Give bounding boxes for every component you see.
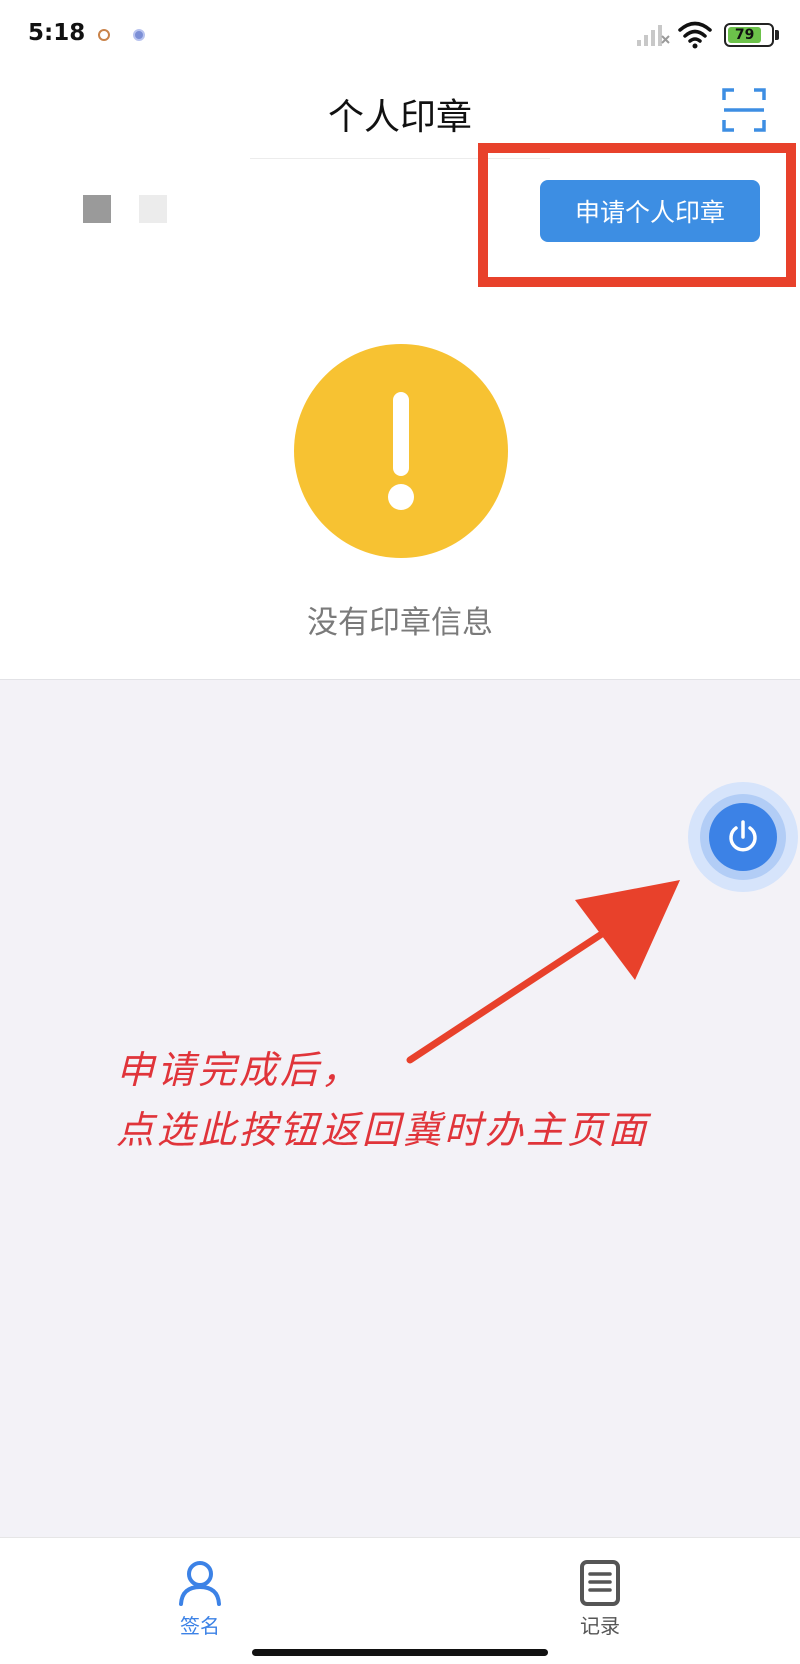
power-icon: [729, 820, 757, 852]
tab-sign-label: 签名: [180, 1614, 220, 1638]
status-time: 5:18: [28, 20, 86, 46]
wifi-icon: [678, 21, 712, 49]
bottom-tab-bar: 签名 记录: [0, 1537, 800, 1664]
empty-state-message: 没有印章信息: [307, 605, 493, 641]
annotation-line-2: 点选此按钮返回冀时办主页面: [116, 1108, 650, 1152]
annotation-line-1: 申请完成后，: [116, 1048, 363, 1092]
tab-record-label: 记录: [580, 1614, 620, 1638]
notification-dot-icon: [98, 29, 110, 41]
app-notification-icon: [133, 29, 145, 41]
home-indicator[interactable]: [252, 1649, 548, 1656]
blurred-name: [139, 195, 167, 223]
battery-icon: 79: [724, 23, 774, 47]
scan-icon[interactable]: [722, 88, 766, 132]
battery-cap: [775, 30, 779, 40]
warning-icon: [294, 344, 508, 558]
tab-record[interactable]: 记录: [550, 1548, 650, 1638]
blurred-avatar: [83, 195, 111, 223]
battery-level: 79: [728, 27, 762, 43]
status-bar: 5:18 79: [0, 0, 800, 70]
annotation-text: 申请完成后， 点选此按钮返回冀时办主页面: [116, 1040, 716, 1160]
warning-exclamation-dot: [388, 484, 414, 510]
signal-icon: [637, 25, 670, 46]
apply-personal-seal-button[interactable]: 申请个人印章: [540, 180, 760, 242]
page-title: 个人印章: [327, 97, 472, 138]
return-home-button[interactable]: [709, 803, 777, 871]
tab-sign[interactable]: 签名: [150, 1548, 250, 1638]
document-icon: [580, 1560, 620, 1606]
warning-exclamation-bar: [393, 392, 409, 476]
person-icon: [179, 1561, 221, 1606]
